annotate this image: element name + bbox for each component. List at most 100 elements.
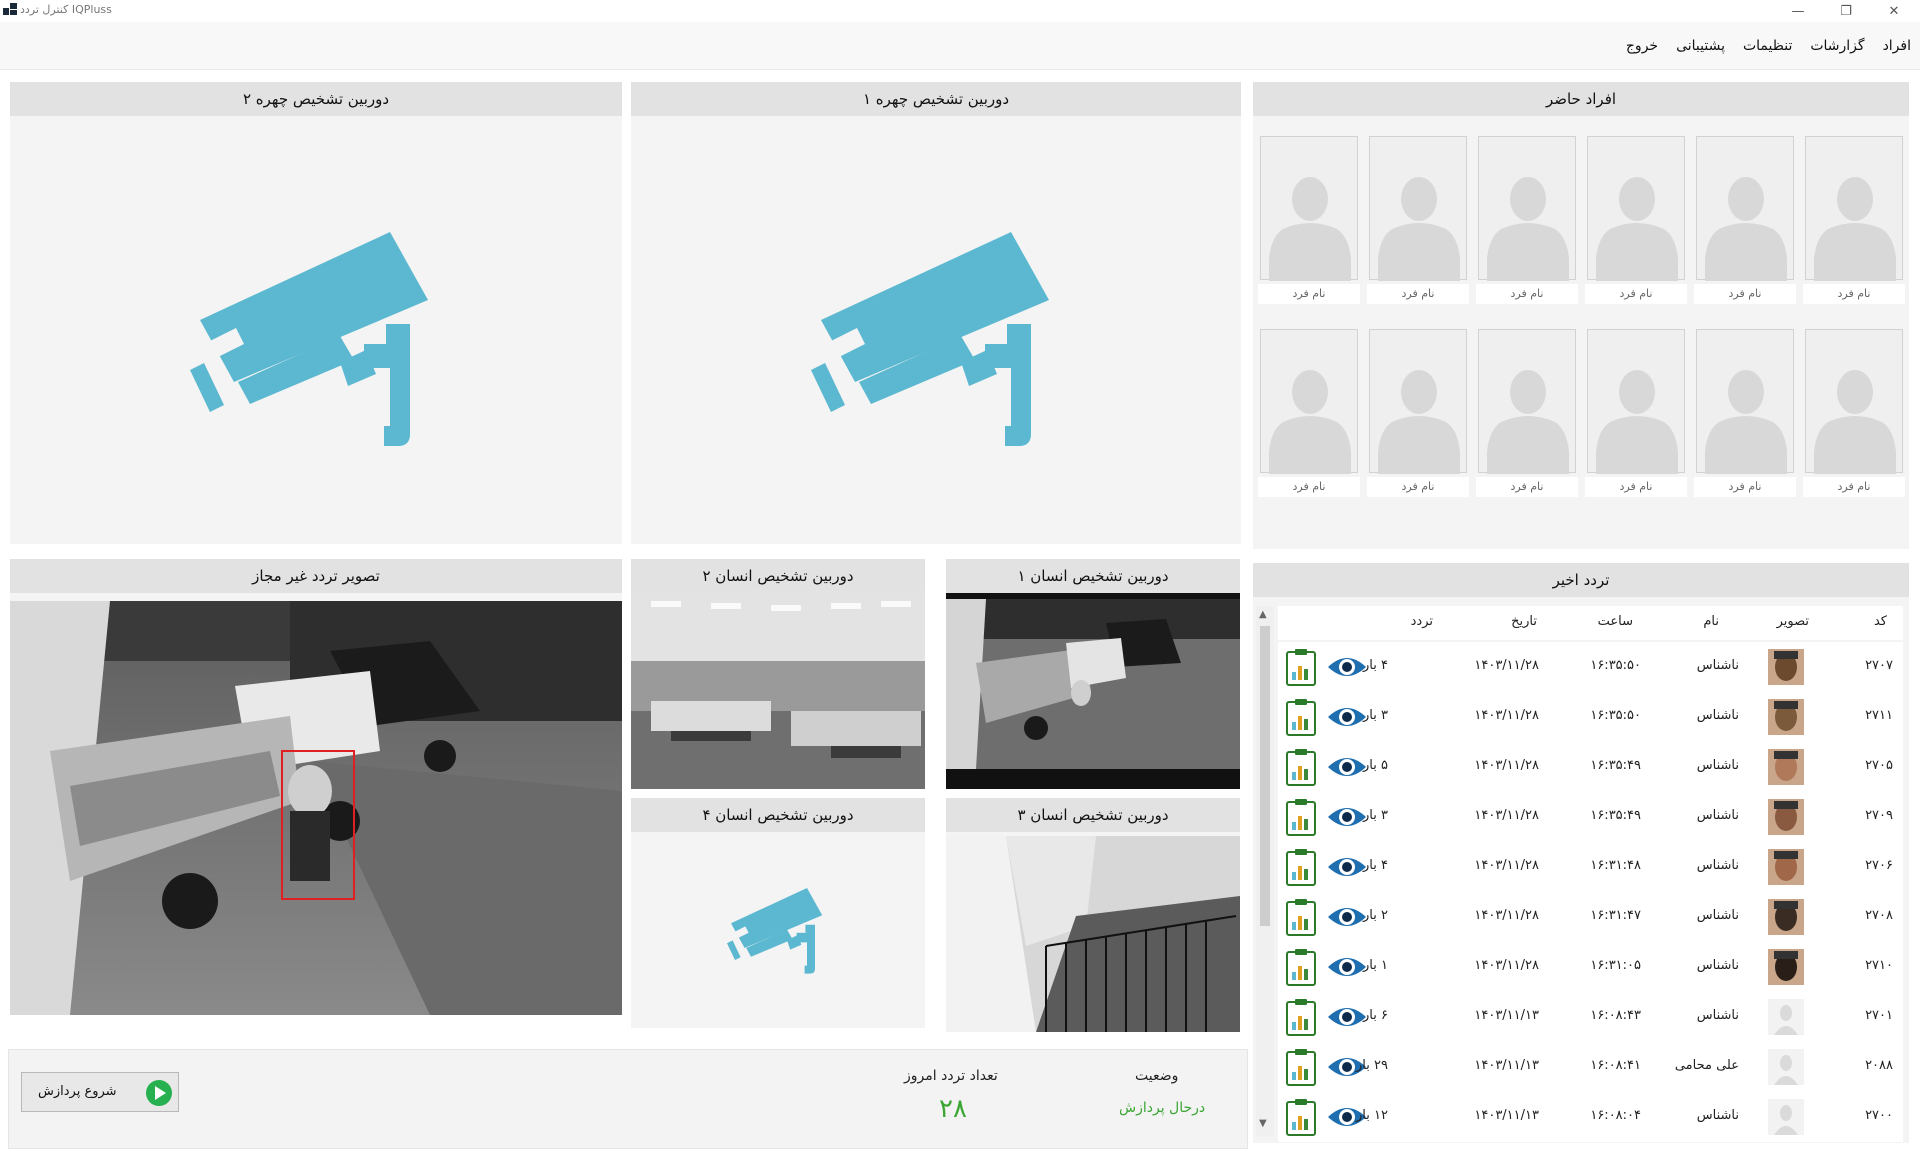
recent-scrollbar[interactable]: ▲ ▼ (1256, 606, 1274, 1136)
report-icon[interactable] (1286, 648, 1316, 686)
recent-traffic-title: تردد اخیر (1253, 563, 1909, 597)
traffic-count: ۴ بار (1363, 858, 1388, 873)
recent-table-header: کد تصویر نام ساعت تاریخ تردد (1278, 606, 1903, 640)
report-icon[interactable] (1286, 998, 1316, 1036)
person-slot[interactable]: نام فرد (1803, 329, 1905, 497)
face-thumbnail (1768, 949, 1804, 985)
human-camera-1-feed (946, 593, 1240, 789)
table-row[interactable]: ۲۹ بار ۱۴۰۳/۱۱/۱۳ ۱۶:۰۸:۴۱ علی محامی ۲۰۸۸ (1278, 1042, 1903, 1092)
menu-item-settings[interactable]: تنظیمات (1734, 32, 1801, 60)
face-placeholder-icon (1768, 999, 1804, 1035)
traffic-count: ۲ بار (1363, 908, 1388, 923)
report-icon[interactable] (1286, 698, 1316, 736)
table-row[interactable]: ۳ بار ۱۴۰۳/۱۱/۲۸ ۱۶:۳۵:۴۹ ناشناس ۲۷۰۹ (1278, 792, 1903, 842)
table-row[interactable]: ۳ بار ۱۴۰۳/۱۱/۲۸ ۱۶:۳۵:۵۰ ناشناس ۲۷۱۱ (1278, 692, 1903, 742)
traffic-count: ۳ بار (1363, 808, 1388, 823)
report-icon[interactable] (1286, 748, 1316, 786)
scroll-thumb[interactable] (1260, 626, 1270, 926)
face-thumbnail (1768, 649, 1804, 685)
person-slot[interactable]: نام فرد (1694, 329, 1796, 497)
face-placeholder-icon (1768, 1049, 1804, 1085)
report-icon[interactable] (1286, 948, 1316, 986)
view-eye-icon[interactable] (1326, 702, 1368, 732)
menu-item-support[interactable]: پشتیبانی (1667, 32, 1734, 60)
report-icon[interactable] (1286, 1048, 1316, 1086)
face-thumbnail (1768, 749, 1804, 785)
scroll-up-icon[interactable]: ▲ (1259, 609, 1267, 620)
face-camera-2-title: دوربین تشخیص چهره ۲ (10, 82, 622, 116)
person-slot[interactable]: نام فرد (1585, 329, 1687, 497)
menu-item-people[interactable]: افراد (1874, 32, 1920, 60)
table-row[interactable]: ۱ بار ۱۴۰۳/۱۱/۲۸ ۱۶:۳۱:۰۵ ناشناس ۲۷۱۰ (1278, 942, 1903, 992)
human-camera-4-title: دوربین تشخیص انسان ۴ (631, 798, 925, 832)
traffic-date: ۱۴۰۳/۱۱/۱۳ (1474, 1008, 1539, 1023)
column-photo: تصویر (1776, 614, 1809, 629)
person-name: نام فرد (1803, 284, 1905, 304)
view-eye-icon[interactable] (1326, 902, 1368, 932)
report-icon[interactable] (1286, 898, 1316, 936)
traffic-code: ۲۷۱۰ (1865, 958, 1893, 973)
person-placeholder-icon (1805, 329, 1903, 474)
view-eye-icon[interactable] (1326, 952, 1368, 982)
traffic-code: ۲۷۰۸ (1865, 908, 1893, 923)
traffic-date: ۱۴۰۳/۱۱/۲۸ (1474, 908, 1539, 923)
traffic-date: ۱۴۰۳/۱۱/۱۳ (1474, 1058, 1539, 1073)
traffic-name: ناشناس (1696, 908, 1739, 923)
table-row[interactable]: ۴ بار ۱۴۰۳/۱۱/۲۸ ۱۶:۳۱:۴۸ ناشناس ۲۷۰۶ (1278, 842, 1903, 892)
window-title: IQPluss کنترل تردد (20, 3, 112, 16)
person-slot[interactable]: نام فرد (1803, 136, 1905, 304)
traffic-count: ۳ بار (1363, 708, 1388, 723)
view-eye-icon[interactable] (1326, 752, 1368, 782)
table-row[interactable]: ۲ بار ۱۴۰۳/۱۱/۲۸ ۱۶:۳۱:۴۷ ناشناس ۲۷۰۸ (1278, 892, 1903, 942)
start-processing-button[interactable]: شروع پردازش (21, 1072, 179, 1112)
view-eye-icon[interactable] (1326, 1002, 1368, 1032)
title-bar: IQPluss کنترل تردد — ❐ ✕ (0, 0, 1920, 22)
person-slot[interactable]: نام فرد (1476, 329, 1578, 497)
scroll-down-icon[interactable]: ▼ (1259, 1118, 1267, 1129)
menu-item-reports[interactable]: گزارشات (1801, 32, 1873, 60)
view-eye-icon[interactable] (1326, 652, 1368, 682)
human-camera-3-panel: دوربین تشخیص انسان ۳ (946, 798, 1240, 1032)
face-placeholder-icon (1768, 1099, 1804, 1135)
person-slot[interactable]: نام فرد (1258, 329, 1360, 497)
person-slot[interactable]: نام فرد (1367, 329, 1469, 497)
person-slot[interactable]: نام فرد (1585, 136, 1687, 304)
report-icon[interactable] (1286, 1098, 1316, 1136)
menu-item-exit[interactable]: خروج (1617, 32, 1667, 60)
traffic-date: ۱۴۰۳/۱۱/۲۸ (1474, 758, 1539, 773)
person-slot[interactable]: نام فرد (1258, 136, 1360, 304)
restore-icon[interactable]: ❐ (1824, 0, 1868, 22)
table-row[interactable]: ۴ بار ۱۴۰۳/۱۱/۲۸ ۱۶:۳۵:۵۰ ناشناس ۲۷۰۷ (1278, 642, 1903, 692)
person-slot[interactable]: نام فرد (1367, 136, 1469, 304)
table-row[interactable]: ۱۲ بار ۱۴۰۳/۱۱/۱۳ ۱۶:۰۸:۰۴ ناشناس ۲۷۰۰ (1278, 1092, 1903, 1142)
person-name: نام فرد (1694, 477, 1796, 497)
minimize-icon[interactable]: — (1776, 0, 1820, 22)
traffic-date: ۱۴۰۳/۱۱/۲۸ (1474, 858, 1539, 873)
report-icon[interactable] (1286, 848, 1316, 886)
person-name: نام فرد (1258, 477, 1360, 497)
unauthorized-panel: تصویر تردد غیر مجاز (10, 559, 622, 1015)
view-eye-icon[interactable] (1326, 802, 1368, 832)
column-count: تردد (1410, 614, 1433, 629)
column-time: ساعت (1597, 614, 1633, 629)
report-icon[interactable] (1286, 798, 1316, 836)
traffic-date: ۱۴۰۳/۱۱/۲۸ (1474, 658, 1539, 673)
person-slot[interactable]: نام فرد (1694, 136, 1796, 304)
close-icon[interactable]: ✕ (1872, 0, 1916, 22)
camera-icon (727, 888, 823, 974)
traffic-time: ۱۶:۰۸:۰۴ (1590, 1108, 1641, 1123)
person-name: نام فرد (1367, 284, 1469, 304)
face-camera-1-panel: دوربین تشخیص چهره ۱ (631, 82, 1241, 544)
unauthorized-title: تصویر تردد غیر مجاز (10, 559, 622, 593)
person-placeholder-icon (1696, 136, 1794, 281)
traffic-time: ۱۶:۳۵:۴۹ (1590, 808, 1641, 823)
table-row[interactable]: ۵ بار ۱۴۰۳/۱۱/۲۸ ۱۶:۳۵:۴۹ ناشناس ۲۷۰۵ (1278, 742, 1903, 792)
traffic-date: ۱۴۰۳/۱۱/۲۸ (1474, 808, 1539, 823)
person-slot[interactable]: نام فرد (1476, 136, 1578, 304)
face-thumbnail (1768, 799, 1804, 835)
human-camera-1-panel: دوربین تشخیص انسان ۱ (946, 559, 1240, 789)
traffic-time: ۱۶:۰۸:۴۱ (1590, 1058, 1641, 1073)
traffic-time: ۱۶:۳۱:۰۵ (1590, 958, 1641, 973)
table-row[interactable]: ۶ بار ۱۴۰۳/۱۱/۱۳ ۱۶:۰۸:۴۳ ناشناس ۲۷۰۱ (1278, 992, 1903, 1042)
view-eye-icon[interactable] (1326, 852, 1368, 882)
